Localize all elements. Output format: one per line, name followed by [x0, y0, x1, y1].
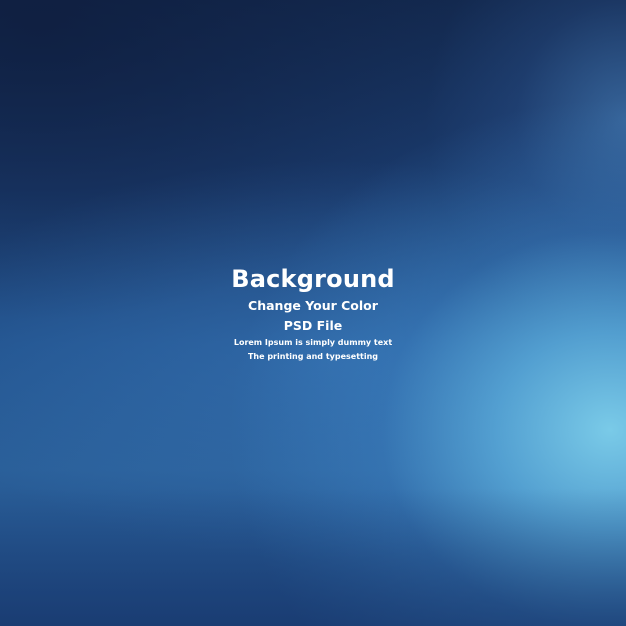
headline-block: Background Change Your Color PSD File Lo…: [0, 262, 626, 364]
body-line-printing: The printing and typesetting: [247, 352, 379, 361]
background-canvas: Background Change Your Color PSD File Lo…: [0, 0, 626, 626]
title-text: Background: [231, 265, 395, 293]
subtitle-psd-file: PSD File: [283, 318, 343, 333]
subtitle-change-color: Change Your Color: [248, 298, 378, 313]
body-line-lorem: Lorem Ipsum is simply dummy text: [233, 338, 393, 347]
